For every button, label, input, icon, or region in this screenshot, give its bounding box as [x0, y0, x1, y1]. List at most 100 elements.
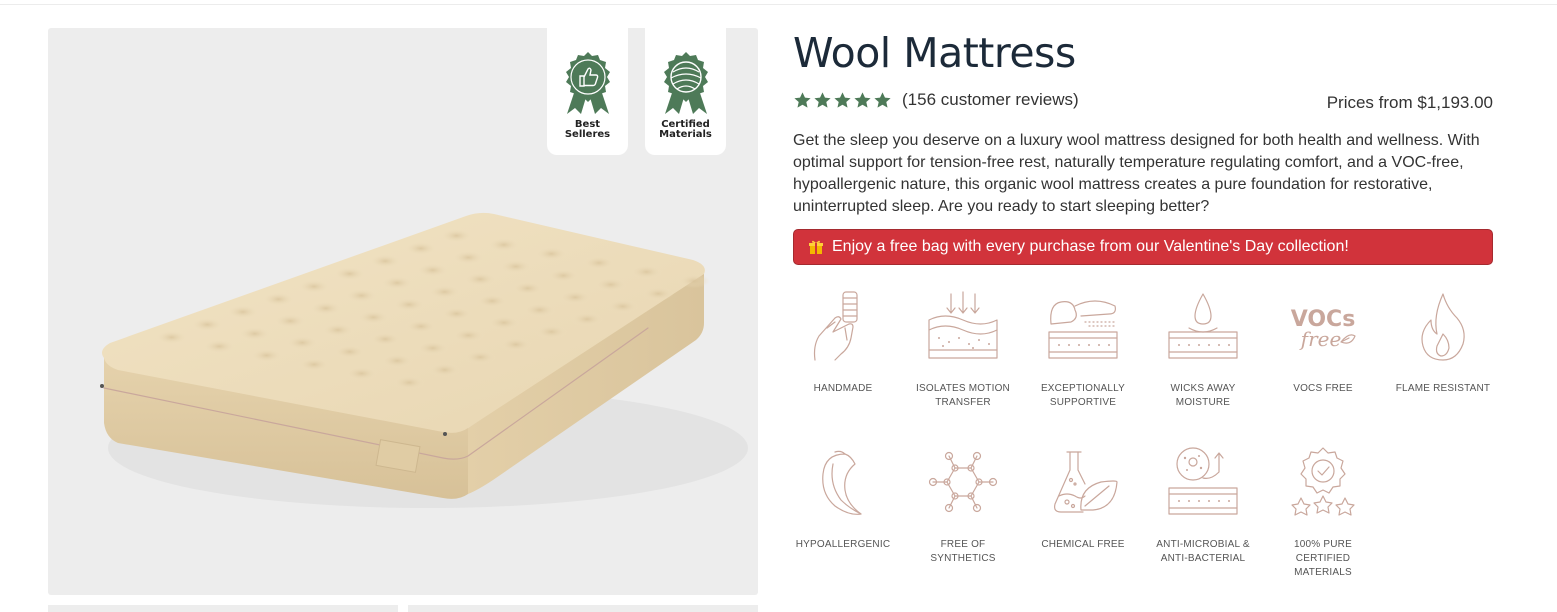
vocs-free-icon: VOCs free: [1291, 307, 1356, 351]
mattress-tuft: [226, 304, 259, 319]
molecule-icon: [928, 451, 998, 513]
best-seller-badge: Best Selleres: [547, 28, 628, 155]
mattress-tuft: [535, 324, 568, 339]
mattress-tuft: [298, 357, 331, 372]
free-icon-text: free: [1299, 327, 1342, 351]
mattress-tuft: [381, 353, 414, 368]
star-icon: [794, 91, 811, 108]
mattress-tuft: [642, 286, 675, 301]
mattress-tuft: [250, 348, 283, 363]
mattress-tuft: [345, 366, 378, 381]
mattress-tuft: [155, 330, 188, 345]
thumbs-up-ribbon-icon: [565, 52, 610, 114]
mattress-tuft: [606, 299, 639, 314]
mattress-tuft: [369, 254, 402, 269]
mattress-tuft: [381, 275, 414, 290]
mattress-tuft: [416, 341, 449, 356]
mattress-tuft: [274, 314, 307, 328]
hand-thread-spool-icon: [813, 291, 858, 361]
feature-vocs-free: VOCs free VOCS FREE: [1263, 288, 1383, 396]
mattress-tuft: [571, 312, 604, 327]
mattress-tuft: [630, 264, 663, 279]
feature-label: WICKS AWAY MOISTURE: [1170, 383, 1236, 408]
feature-label: 100% PURE CERTIFIED MATERIALS: [1294, 539, 1352, 578]
mattress-tuft: [452, 250, 485, 265]
mattress-tuft: [488, 315, 520, 330]
feature-wicks-moisture: WICKS AWAY MOISTURE: [1143, 288, 1263, 410]
mattress-tuft: [416, 263, 449, 278]
star-icon: [874, 91, 891, 108]
mattress-tuft: [499, 337, 532, 352]
mattress-tuft: [428, 284, 461, 299]
mattress-tuft: [487, 237, 520, 252]
feature-label: HANDMADE: [813, 383, 873, 394]
gift-icon: [809, 240, 823, 254]
promo-banner[interactable]: Enjoy a free bag with every purchase fro…: [793, 229, 1493, 265]
certified-materials-badge: Certified Materials: [645, 28, 726, 155]
feature-label: ISOLATES MOTION TRANSFER: [916, 383, 1010, 408]
review-count-link[interactable]: (156 customer reviews): [902, 90, 1079, 110]
mattress-tuft: [404, 319, 437, 334]
feature-supportive: EXCEPTIONALLY SUPPORTIVE: [1023, 288, 1143, 410]
mattress-tuft: [191, 317, 224, 332]
star-icon: [854, 91, 871, 108]
feature-anti-microbial: ANTI-MICROBIAL & ANTI-BACTERIAL: [1143, 444, 1263, 566]
mattress-tuft: [547, 268, 580, 283]
gallery-thumbnail-1[interactable]: [48, 605, 398, 612]
feature-label: ANTI-MICROBIAL & ANTI-BACTERIAL: [1156, 539, 1250, 564]
mattress-tuft: [440, 306, 473, 321]
mattress-tuft: [476, 294, 509, 308]
mattress-tuft: [393, 375, 426, 390]
mattress-tuft: [535, 246, 568, 261]
mattress-tuft: [428, 362, 461, 377]
flask-leaf-icon: [1054, 451, 1118, 513]
feature-hypoallergenic: HYPOALLERGENIC: [783, 444, 903, 552]
star-icon: [814, 91, 831, 108]
mattress-tuft: [298, 279, 330, 294]
mattress-tuft: [238, 326, 271, 341]
flame-icon: [1421, 293, 1465, 361]
product-image-gallery[interactable]: Best Selleres Certified Materials: [48, 28, 758, 595]
feature-label: FLAME RESISTANT: [1395, 383, 1491, 394]
mattress-tuft: [357, 310, 390, 325]
product-rating[interactable]: (156 customer reviews): [793, 90, 1079, 110]
header-divider: [0, 4, 1557, 5]
product-title: Wool Mattress: [793, 29, 1076, 77]
mattress-tuft: [464, 272, 497, 287]
microbe-mattress-icon: [1168, 447, 1238, 515]
product-description: Get the sleep you deserve on a luxury wo…: [793, 132, 1480, 215]
mattress-tuft: [594, 277, 627, 292]
mattress-tuft: [345, 288, 378, 303]
mattress-tuft: [333, 266, 366, 281]
mattress-tuft: [321, 323, 354, 337]
feature-flame-resistant: FLAME RESISTANT: [1383, 288, 1503, 396]
mattress-arrows-icon: [928, 291, 998, 359]
feature-isolates-motion: ISOLATES MOTION TRANSFER: [903, 288, 1023, 410]
mattress-tuft: [203, 339, 236, 354]
mattress-tuft: [452, 328, 485, 343]
mattress-tuft: [677, 274, 710, 288]
feature-handmade: HANDMADE: [783, 288, 903, 396]
mattress-tuft: [262, 292, 295, 307]
feature-chemical-free: CHEMICAL FREE: [1023, 444, 1143, 552]
product-price: Prices from $1,193.00: [1326, 93, 1493, 112]
promo-text: Enjoy a free bag with every purchase fro…: [832, 238, 1349, 255]
mattress-tuft: [499, 259, 532, 274]
mattress-tuft: [559, 290, 592, 305]
drop-mattress-icon: [1168, 293, 1238, 359]
mattress-tuft: [582, 255, 615, 270]
mattress-tuft: [440, 228, 473, 243]
feature-label: CHEMICAL FREE: [1041, 539, 1125, 550]
wool-yarn-ribbon-icon: [663, 52, 708, 114]
certified-stars-icon: [1291, 447, 1355, 516]
pillow-mattress-icon: [1048, 300, 1118, 359]
feature-label: FREE OF SYNTHETICS: [930, 539, 996, 564]
mattress-tuft: [333, 344, 366, 359]
feather-icon: [822, 450, 862, 515]
gallery-thumbnail-2[interactable]: [408, 605, 758, 612]
star-icon: [834, 91, 851, 108]
feature-label: VOCS FREE: [1293, 383, 1353, 394]
best-seller-label: Best Selleres: [564, 119, 611, 140]
certified-materials-label: Certified Materials: [659, 119, 712, 140]
rating-stars: [793, 91, 892, 110]
